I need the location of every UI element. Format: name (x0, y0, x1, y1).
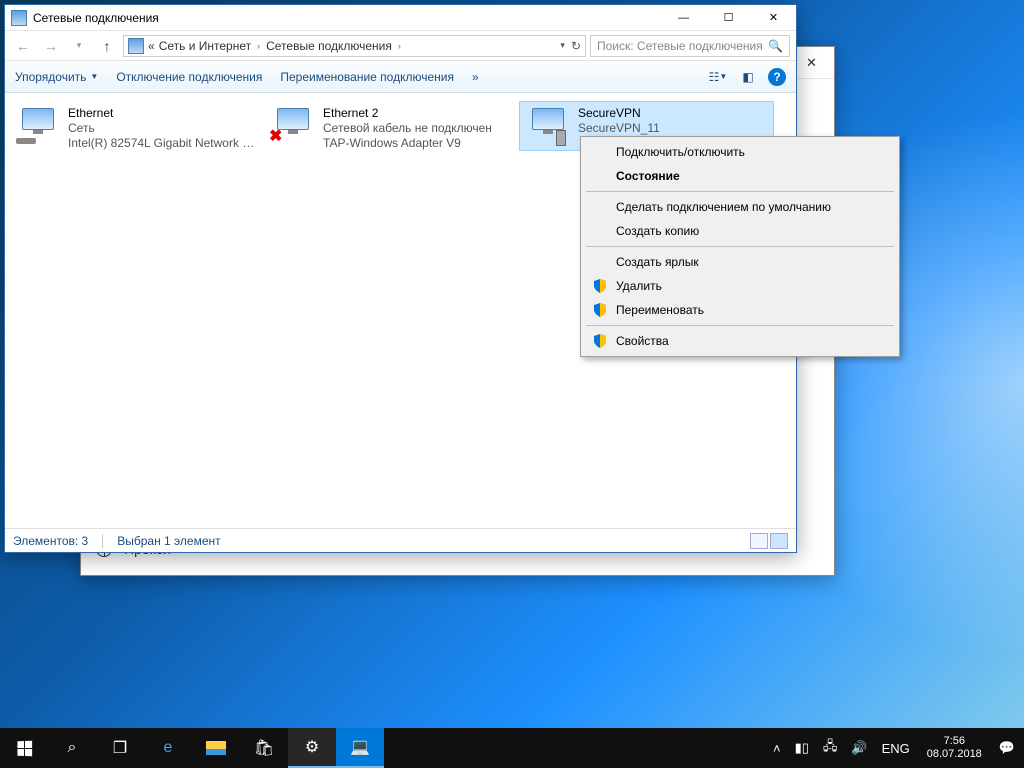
ctx-duplicate[interactable]: Создать копию (584, 219, 896, 243)
ctx-status[interactable]: Состояние (584, 164, 896, 188)
address-bar[interactable]: « Сеть и Интернет › Сетевые подключения … (123, 35, 586, 57)
tiles-view-button[interactable] (770, 533, 788, 549)
view-menu[interactable]: ☷ ▼ (708, 67, 728, 87)
network-connections-taskbar-button[interactable]: 💻 (336, 728, 384, 768)
connection-status: Сетевой кабель не подключен (323, 121, 492, 136)
search-input[interactable]: Поиск: Сетевые подключения 🔍 (590, 35, 790, 57)
network-tray-icon[interactable]: 🖧 (818, 737, 843, 759)
ctx-delete[interactable]: Удалить (584, 274, 896, 298)
connection-name: SecureVPN (578, 106, 660, 121)
clock[interactable]: 7:56 08.07.2018 (919, 735, 990, 761)
connection-ethernet2[interactable]: ✖ Ethernet 2 Сетевой кабель не подключен… (264, 101, 519, 156)
search-placeholder: Поиск: Сетевые подключения (597, 39, 763, 53)
store-button[interactable]: 🛍 (240, 728, 288, 768)
preview-pane-button[interactable]: ◧ (738, 67, 758, 87)
connection-status: SecureVPN_11 (578, 121, 660, 136)
taskbar: ⌕ ❐ e 🛍 ⚙ 💻 ˄ ▮▯ 🖧 🔊 ENG 7:56 08.07.2018… (0, 728, 1024, 768)
selected-count: Выбран 1 элемент (117, 534, 220, 548)
action-center-icon[interactable]: 💬 (994, 740, 1020, 756)
shield-icon (592, 278, 608, 294)
help-icon[interactable]: ? (768, 68, 786, 86)
file-explorer-button[interactable] (192, 728, 240, 768)
start-button[interactable] (0, 728, 48, 768)
connection-status: Сеть (68, 121, 258, 136)
clock-time: 7:56 (927, 735, 982, 748)
history-dropdown[interactable]: ▾ (67, 34, 91, 58)
ctx-properties[interactable]: Свойства (584, 329, 896, 353)
more-chevron[interactable]: » (472, 70, 479, 84)
refresh-icon[interactable]: ↻ (571, 39, 581, 53)
volume-icon[interactable]: 🔊 (846, 740, 872, 756)
network-adapter-icon: ✖ (269, 106, 317, 146)
tray-overflow-icon[interactable]: ˄ (768, 741, 786, 756)
folder-icon (128, 38, 144, 54)
close-button[interactable]: ✕ (751, 5, 796, 31)
disconnect-button[interactable]: Отключение подключения (116, 70, 262, 84)
minimize-button[interactable]: — (661, 5, 706, 31)
ctx-shortcut[interactable]: Создать ярлык (584, 250, 896, 274)
up-button[interactable]: ↑ (95, 34, 119, 58)
connection-name: Ethernet 2 (323, 106, 492, 121)
item-count: Элементов: 3 (13, 534, 88, 548)
rename-button[interactable]: Переименование подключения (280, 70, 454, 84)
system-tray: ˄ ▮▯ 🖧 🔊 ENG 7:56 08.07.2018 💬 (768, 728, 1024, 768)
ctx-rename[interactable]: Переименовать (584, 298, 896, 322)
ctx-set-default[interactable]: Сделать подключением по умолчанию (584, 195, 896, 219)
battery-icon[interactable]: ▮▯ (790, 740, 814, 756)
search-icon[interactable]: 🔍 (768, 39, 783, 53)
task-view-button[interactable]: ❐ (96, 728, 144, 768)
breadcrumb-2[interactable]: Сетевые подключения (266, 39, 392, 53)
back-button[interactable]: ← (11, 34, 35, 58)
titlebar[interactable]: Сетевые подключения — ☐ ✕ (5, 5, 796, 31)
breadcrumb-prefix: « (148, 39, 155, 53)
shield-icon (592, 333, 608, 349)
status-bar: Элементов: 3 Выбран 1 элемент (5, 528, 796, 552)
navigation-bar: ← → ▾ ↑ « Сеть и Интернет › Сетевые подк… (5, 31, 796, 61)
search-button[interactable]: ⌕ (48, 728, 96, 768)
address-dropdown-icon[interactable]: ▾ (560, 40, 565, 51)
forward-button[interactable]: → (39, 34, 63, 58)
language-indicator[interactable]: ENG (877, 741, 915, 756)
edge-button[interactable]: e (144, 728, 192, 768)
maximize-button[interactable]: ☐ (706, 5, 751, 31)
organize-menu[interactable]: Упорядочить ▼ (15, 70, 98, 84)
ctx-connect[interactable]: Подключить/отключить (584, 140, 896, 164)
connection-device: TAP-Windows Adapter V9 (323, 136, 492, 151)
context-menu: Подключить/отключить Состояние Сделать п… (580, 136, 900, 357)
network-adapter-icon (14, 106, 62, 146)
connection-device: Intel(R) 82574L Gigabit Network C... (68, 136, 258, 151)
connection-name: Ethernet (68, 106, 258, 121)
connection-ethernet[interactable]: Ethernet Сеть Intel(R) 82574L Gigabit Ne… (9, 101, 264, 156)
clock-date: 08.07.2018 (927, 748, 982, 761)
settings-taskbar-button[interactable]: ⚙ (288, 728, 336, 768)
details-view-button[interactable] (750, 533, 768, 549)
chevron-icon[interactable]: › (398, 41, 401, 51)
chevron-icon[interactable]: › (257, 41, 260, 51)
window-title: Сетевые подключения (33, 11, 661, 25)
toolbar: Упорядочить ▼ Отключение подключения Пер… (5, 61, 796, 93)
window-icon (11, 10, 27, 26)
breadcrumb-1[interactable]: Сеть и Интернет (159, 39, 251, 53)
vpn-adapter-icon (524, 106, 572, 146)
shield-icon (592, 302, 608, 318)
